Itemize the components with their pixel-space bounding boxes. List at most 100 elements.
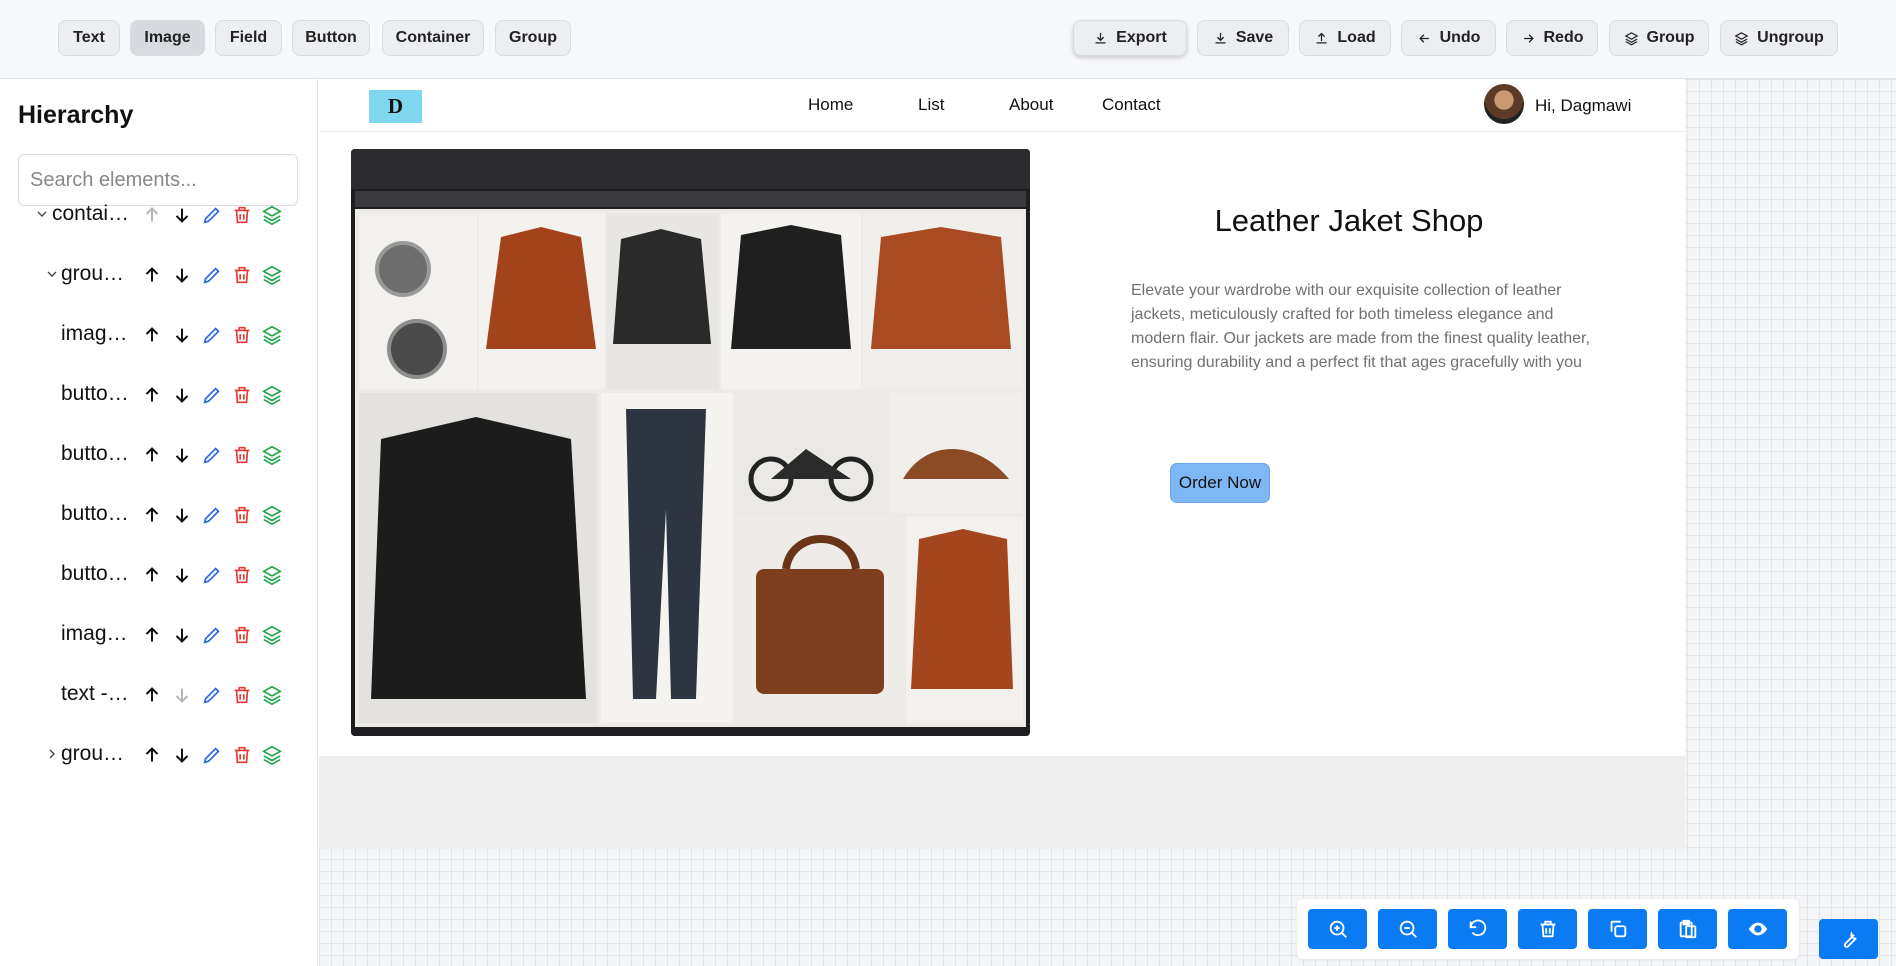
layers-icon[interactable] xyxy=(261,564,283,586)
trash-icon[interactable] xyxy=(231,384,253,406)
redo-button[interactable]: Redo xyxy=(1506,20,1598,56)
zoom-out-button[interactable] xyxy=(1378,909,1437,949)
arrow-down-icon[interactable] xyxy=(171,744,193,766)
arrow-up-icon[interactable] xyxy=(141,684,163,706)
arrow-down-icon[interactable] xyxy=(171,444,193,466)
page-container[interactable]: D Home List About Contact Hi, Dagmawi Le… xyxy=(319,79,1685,849)
ungroup-button[interactable]: Ungroup xyxy=(1720,20,1838,56)
tree-item[interactable]: contai… xyxy=(0,194,318,234)
add-text-button[interactable]: Text xyxy=(58,20,120,56)
pencil-icon[interactable] xyxy=(201,744,223,766)
add-button-button[interactable]: Button xyxy=(292,20,370,56)
nav-link-list[interactable]: List xyxy=(918,95,944,115)
arrow-down-icon[interactable] xyxy=(171,504,193,526)
trash-icon[interactable] xyxy=(231,564,253,586)
layers-icon[interactable] xyxy=(261,624,283,646)
arrow-down-icon[interactable] xyxy=(171,204,193,226)
order-now-button[interactable]: Order Now xyxy=(1170,463,1270,503)
add-group-button[interactable]: Group xyxy=(495,20,571,56)
hero-title[interactable]: Leather Jaket Shop xyxy=(1029,203,1669,239)
pencil-icon[interactable] xyxy=(201,384,223,406)
layers-icon[interactable] xyxy=(261,264,283,286)
hero-description[interactable]: Elevate your wardrobe with our exquisite… xyxy=(1131,279,1601,375)
nav-link-about[interactable]: About xyxy=(1009,95,1053,115)
layers-icon[interactable] xyxy=(261,504,283,526)
add-image-button[interactable]: Image xyxy=(130,20,205,56)
nav-link-home[interactable]: Home xyxy=(808,95,853,115)
trash-icon[interactable] xyxy=(231,624,253,646)
layers-icon[interactable] xyxy=(261,684,283,706)
arrow-down-icon[interactable] xyxy=(171,684,193,706)
arrow-down-icon[interactable] xyxy=(171,624,193,646)
trash-icon[interactable] xyxy=(231,744,253,766)
pencil-icon[interactable] xyxy=(201,444,223,466)
trash-icon[interactable] xyxy=(231,504,253,526)
trash-icon[interactable] xyxy=(231,204,253,226)
zoom-in-button[interactable] xyxy=(1308,909,1367,949)
site-navbar[interactable]: D Home List About Contact Hi, Dagmawi xyxy=(319,79,1685,132)
layers-icon[interactable] xyxy=(261,324,283,346)
arrow-up-icon[interactable] xyxy=(141,384,163,406)
nav-link-contact[interactable]: Contact xyxy=(1102,95,1161,115)
tree-item[interactable]: imag… xyxy=(0,614,318,654)
tree-item[interactable]: grou… xyxy=(0,254,318,294)
undo-button[interactable]: Undo xyxy=(1401,20,1496,56)
site-logo[interactable]: D xyxy=(369,90,422,123)
arrow-down-icon[interactable] xyxy=(171,384,193,406)
tree-item[interactable]: grou… xyxy=(0,734,318,774)
pencil-icon[interactable] xyxy=(201,204,223,226)
arrow-up-icon[interactable] xyxy=(141,504,163,526)
design-canvas[interactable]: D Home List About Contact Hi, Dagmawi Le… xyxy=(319,79,1896,966)
pencil-icon[interactable] xyxy=(201,564,223,586)
tree-item[interactable]: imag… xyxy=(0,314,318,354)
tree-item[interactable]: butto… xyxy=(0,554,318,594)
load-button[interactable]: Load xyxy=(1299,20,1391,56)
paste-button[interactable] xyxy=(1658,909,1717,949)
pencil-icon[interactable] xyxy=(201,684,223,706)
arrow-up-icon[interactable] xyxy=(141,204,163,226)
arrow-up-icon[interactable] xyxy=(141,744,163,766)
arrow-down-icon[interactable] xyxy=(171,264,193,286)
arrow-right-icon xyxy=(1523,33,1534,43)
arrow-up-icon[interactable] xyxy=(141,264,163,286)
arrow-up-icon[interactable] xyxy=(141,324,163,346)
chevron-down-icon[interactable] xyxy=(44,266,60,282)
tree-item[interactable]: butto… xyxy=(0,374,318,414)
delete-button[interactable] xyxy=(1518,909,1577,949)
hero-image[interactable] xyxy=(351,149,1030,736)
chevron-down-icon[interactable] xyxy=(34,206,50,222)
tree-item[interactable]: butto… xyxy=(0,494,318,534)
arrow-up-icon[interactable] xyxy=(141,564,163,586)
add-field-button[interactable]: Field xyxy=(215,20,282,56)
add-container-button[interactable]: Container xyxy=(382,20,484,56)
arrow-down-icon[interactable] xyxy=(171,564,193,586)
save-button[interactable]: Save xyxy=(1197,20,1289,56)
duplicate-button[interactable] xyxy=(1588,909,1647,949)
avatar[interactable] xyxy=(1484,84,1524,124)
reset-view-button[interactable] xyxy=(1448,909,1507,949)
settings-button[interactable] xyxy=(1819,919,1878,959)
tree-item[interactable]: butto… xyxy=(0,434,318,474)
arrow-up-icon[interactable] xyxy=(141,444,163,466)
pencil-icon[interactable] xyxy=(201,324,223,346)
export-button[interactable]: Export xyxy=(1073,20,1187,56)
trash-icon[interactable] xyxy=(231,264,253,286)
trash-icon[interactable] xyxy=(231,444,253,466)
tree-item[interactable]: text -… xyxy=(0,674,318,714)
layers-icon[interactable] xyxy=(261,744,283,766)
add-image-label: Image xyxy=(144,29,191,46)
layers-icon[interactable] xyxy=(261,204,283,226)
preview-button[interactable] xyxy=(1728,909,1787,949)
pencil-icon[interactable] xyxy=(201,624,223,646)
chevron-right-icon[interactable] xyxy=(44,746,60,762)
page-section[interactable]: D Home List About Contact Hi, Dagmawi Le… xyxy=(319,79,1685,756)
layers-icon[interactable] xyxy=(261,444,283,466)
trash-icon[interactable] xyxy=(231,684,253,706)
arrow-up-icon[interactable] xyxy=(141,624,163,646)
group-button[interactable]: Group xyxy=(1609,20,1709,56)
pencil-icon[interactable] xyxy=(201,504,223,526)
arrow-down-icon[interactable] xyxy=(171,324,193,346)
layers-icon[interactable] xyxy=(261,384,283,406)
pencil-icon[interactable] xyxy=(201,264,223,286)
trash-icon[interactable] xyxy=(231,324,253,346)
